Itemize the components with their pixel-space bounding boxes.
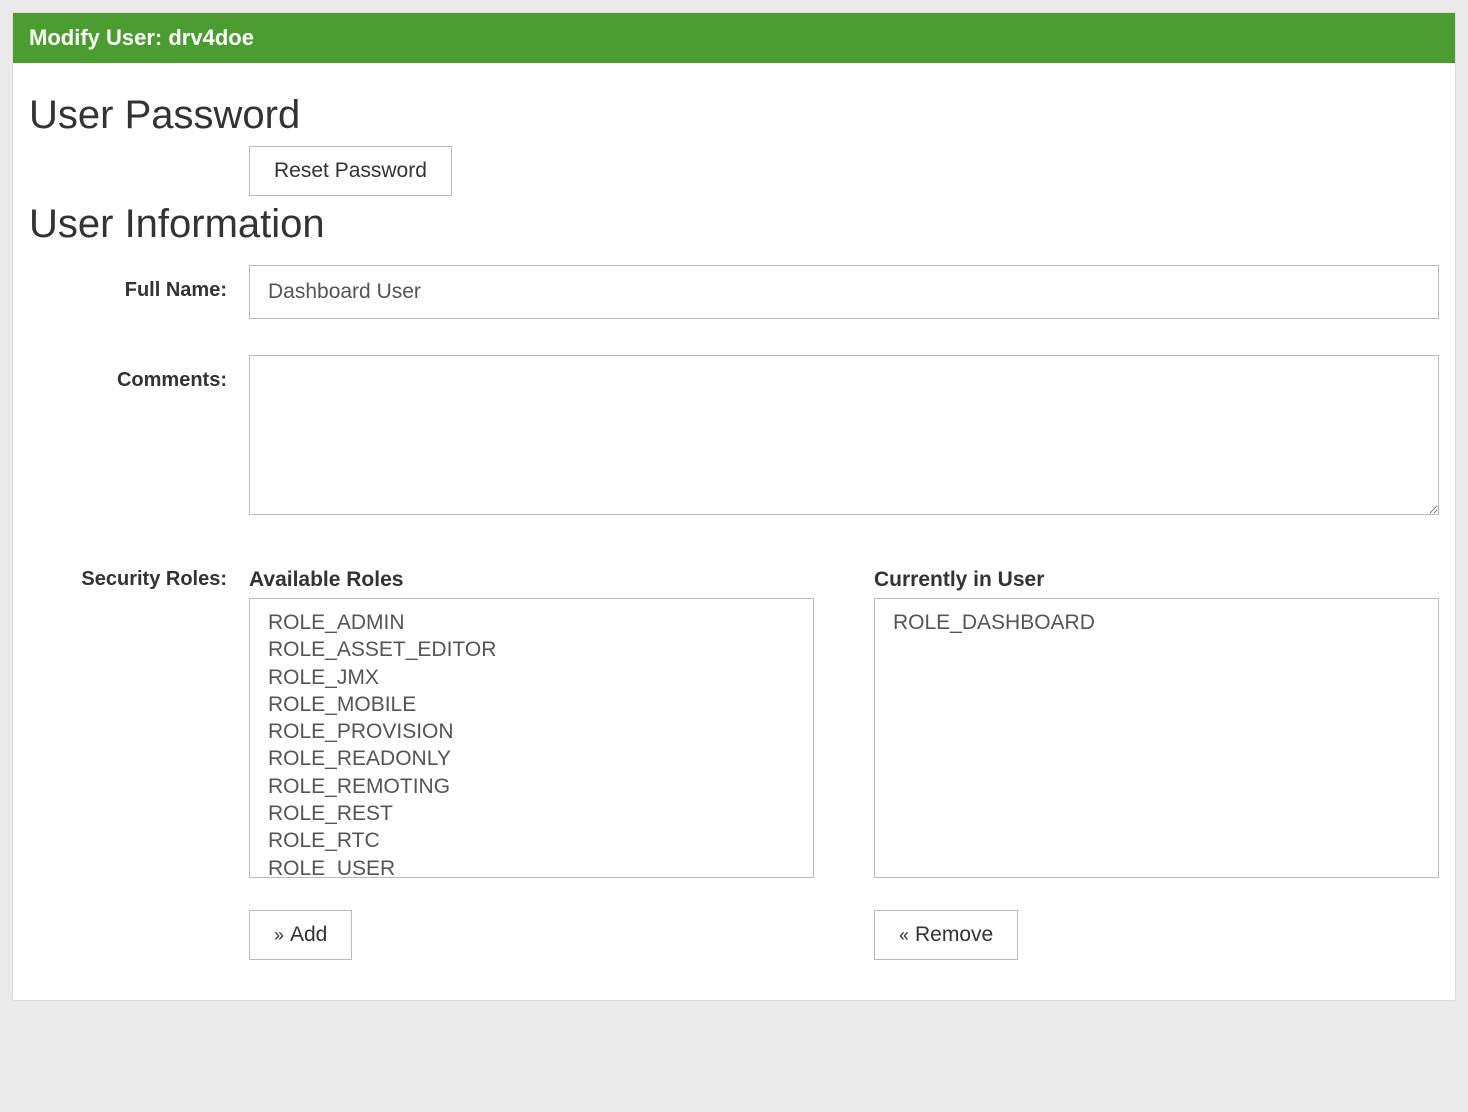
section-user-password: User Password xyxy=(29,93,1439,138)
available-role-option[interactable]: ROLE_REST xyxy=(268,800,795,827)
available-roles-heading: Available Roles xyxy=(249,568,814,592)
comments-field[interactable] xyxy=(249,355,1439,515)
chevrons-right-icon: ›› xyxy=(274,925,282,946)
available-role-option[interactable]: ROLE_REMOTING xyxy=(268,773,795,800)
current-roles-listbox[interactable]: ROLE_DASHBOARD xyxy=(874,598,1439,878)
add-button-label: Add xyxy=(290,923,327,947)
empty-label xyxy=(29,146,249,160)
currently-in-user-heading: Currently in User xyxy=(874,568,1439,592)
current-role-option[interactable]: ROLE_DASHBOARD xyxy=(893,609,1420,636)
available-role-option[interactable]: ROLE_READONLY xyxy=(268,745,795,772)
available-role-option[interactable]: ROLE_ADMIN xyxy=(268,609,795,636)
remove-role-button[interactable]: ‹‹ Remove xyxy=(874,910,1018,960)
full-name-field[interactable] xyxy=(249,265,1439,319)
chevrons-left-icon: ‹‹ xyxy=(899,925,907,946)
available-role-option[interactable]: ROLE_RTC xyxy=(268,827,795,854)
available-role-option[interactable]: ROLE_ASSET_EDITOR xyxy=(268,636,795,663)
available-role-option[interactable]: ROLE_USER xyxy=(268,855,795,878)
reset-password-button[interactable]: Reset Password xyxy=(249,146,452,196)
available-roles-listbox[interactable]: ROLE_ADMINROLE_ASSET_EDITORROLE_JMXROLE_… xyxy=(249,598,814,878)
comments-label: Comments: xyxy=(29,355,249,392)
remove-button-label: Remove xyxy=(915,923,993,947)
panel-title: Modify User: drv4doe xyxy=(13,13,1455,63)
add-role-button[interactable]: ›› Add xyxy=(249,910,352,960)
available-role-option[interactable]: ROLE_JMX xyxy=(268,664,795,691)
available-role-option[interactable]: ROLE_MOBILE xyxy=(268,691,795,718)
security-roles-label: Security Roles: xyxy=(29,568,249,591)
available-role-option[interactable]: ROLE_PROVISION xyxy=(268,718,795,745)
full-name-label: Full Name: xyxy=(29,265,249,302)
section-user-information: User Information xyxy=(29,202,1439,247)
modify-user-panel: Modify User: drv4doe User Password Reset… xyxy=(12,12,1456,1001)
